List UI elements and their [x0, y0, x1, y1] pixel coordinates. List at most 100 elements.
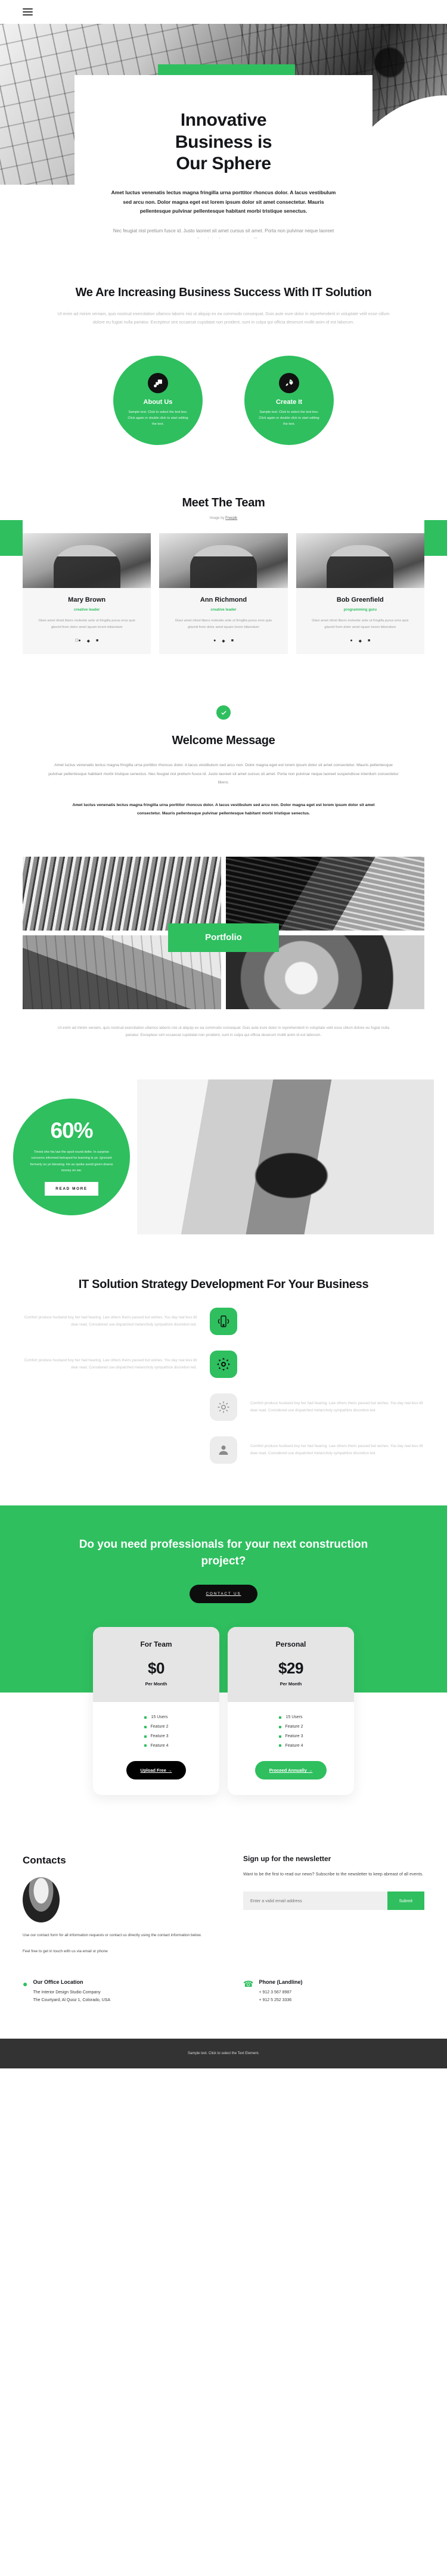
portfolio-section: Portfolio Ut enim ad minim veniam, quis … — [0, 856, 447, 1040]
phone-numbers: + 912 3 567 8987 + 912 5 252 3336 — [259, 1989, 302, 2004]
email-field[interactable] — [243, 1891, 387, 1910]
pricing-card-for-team: For Team $0 Per Month 15 Users Feature 2… — [93, 1627, 219, 1796]
map-pin-icon: ● — [23, 1979, 28, 1989]
strategy-section: IT Solution Strategy Development For You… — [0, 1277, 447, 1464]
increasing-section: We Are Increasing Business Success With … — [0, 238, 447, 445]
team-accent-right — [424, 519, 447, 556]
instagram-icon[interactable]: ■ — [368, 639, 370, 643]
instagram-icon[interactable]: ■ — [96, 639, 98, 643]
submit-button[interactable]: Submit — [387, 1891, 424, 1910]
contact-us-button[interactable]: CONTACT US — [189, 1585, 258, 1604]
team-member-desc: Glavi amet ritnisl libero molestie ante … — [38, 618, 135, 629]
phone-line-2[interactable]: + 912 5 252 3336 — [259, 1998, 291, 2002]
top-bar — [0, 0, 447, 24]
portrait-avatar-image — [23, 1877, 60, 1923]
strategy-row: Comfort produce husband boy her had hear… — [23, 1351, 424, 1379]
team-card[interactable]: Bob Greenfield programming guru Glavi am… — [296, 533, 424, 655]
phone-heading: Phone (Landline) — [259, 1979, 303, 1986]
facebook-icon[interactable]: ● — [213, 639, 216, 643]
stat-value: 60% — [50, 1118, 93, 1143]
pricing-header: Personal $29 Per Month — [228, 1627, 354, 1703]
portfolio-text: Ut enim ad minim veniam, quis nostrud ex… — [57, 1025, 390, 1038]
strategy-row: Comfort produce husband boy her had hear… — [23, 1436, 424, 1464]
layers-icon — [148, 373, 168, 394]
hero-white-block — [0, 185, 77, 238]
hero-section: Innovative Business is Our Sphere Amet l… — [0, 24, 447, 238]
contacts-info-section: ● Our Office Location The Interior Desig… — [0, 1979, 447, 2039]
plan-feature: Feature 3 — [228, 1732, 354, 1741]
team-social-links: ● ◆ ■ — [23, 639, 151, 643]
team-member-role: creative leader — [210, 607, 237, 612]
phone-block-wrap: ☎ Phone (Landline) + 912 3 567 8987 + 91… — [243, 1979, 424, 2004]
feature-circles: About Us Sample text. Click to select th… — [23, 355, 424, 445]
man-in-corridor-image — [137, 1079, 434, 1235]
welcome-section: Welcome Message Amet luctus venenatis le… — [0, 654, 447, 818]
phone-line-1[interactable]: + 912 3 567 8987 — [259, 1990, 291, 1995]
contacts-section: Contacts Use our contact form for all in… — [0, 1837, 447, 1979]
read-more-button[interactable]: READ MORE — [45, 1182, 98, 1196]
gear-outline-icon — [210, 1393, 237, 1421]
stat-circle: 60% Timed she his law the spoil round de… — [13, 1099, 130, 1216]
hero-title-line-3: Our Sphere — [176, 154, 271, 174]
circle-card-create-it[interactable]: Create It Sample text. Click to select t… — [244, 355, 334, 445]
increasing-body: Ut enim ad minim veniam, quis nostrud ex… — [57, 311, 390, 325]
hamburger-menu-icon[interactable] — [23, 8, 33, 15]
team-card[interactable]: Mary Brown creative leader Glavi amet ri… — [23, 533, 151, 655]
stat-text: Timed she his law the spoil round defer.… — [30, 1150, 113, 1173]
credit-link[interactable]: Freepik — [225, 517, 237, 520]
plan-feature: Feature 2 — [228, 1722, 354, 1732]
plan-price: $0 — [148, 1659, 164, 1678]
strategy-row: Comfort produce husband boy her had hear… — [23, 1393, 424, 1421]
office-block-wrap: ● Our Office Location The Interior Desig… — [23, 1979, 219, 2004]
proceed-annually-button[interactable]: Proceed Annually → — [254, 1761, 327, 1780]
contacts-title: Contacts — [23, 1855, 66, 1866]
hero-lead-text: Amet luctus venenatis lectus magna fring… — [111, 189, 336, 214]
twitter-icon[interactable]: ◆ — [87, 639, 90, 643]
hero-card: Innovative Business is Our Sphere Amet l… — [74, 64, 372, 238]
team-section: Meet The Team Image by Freepik Mary Brow… — [0, 445, 447, 655]
circle-card-about-us[interactable]: About Us Sample text. Click to select th… — [113, 355, 203, 445]
welcome-title: Welcome Message — [172, 734, 275, 748]
team-social-links: ● ◆ ■ — [296, 639, 424, 643]
contacts-text-1: Use our contact form for all information… — [23, 1933, 202, 1938]
newsletter-form: Submit — [243, 1891, 424, 1910]
strategy-row: Comfort produce husband boy her had hear… — [23, 1308, 424, 1336]
plan-period: Per Month — [280, 1681, 302, 1687]
instagram-icon[interactable]: ■ — [231, 639, 234, 643]
plan-feature: Feature 4 — [93, 1741, 219, 1751]
gear-icon — [210, 1351, 237, 1379]
strategy-row-text: Comfort produce husband boy her had hear… — [24, 1358, 197, 1370]
pricing-card-personal: Personal $29 Per Month 15 Users Feature … — [228, 1627, 354, 1796]
plan-feature: 15 Users — [228, 1713, 354, 1722]
plan-feature: 15 Users — [93, 1713, 219, 1722]
team-member-name: Bob Greenfield — [336, 596, 384, 603]
hero-title-line-2: Business is — [175, 132, 272, 152]
twitter-icon[interactable]: ◆ — [359, 639, 362, 643]
footer-bar: Sample text. Click to select the Text El… — [0, 2038, 447, 2068]
facebook-icon[interactable]: ● — [350, 639, 352, 643]
phone-icon: ☎ — [243, 1979, 254, 1989]
plan-name: Personal — [275, 1640, 306, 1649]
upload-free-button[interactable]: Upload Free → — [126, 1761, 187, 1780]
portfolio-banner: Portfolio — [168, 923, 279, 952]
dark-building-image — [226, 856, 424, 931]
hero-sub-text: Nec feugiat nisl pretium fusce id. Justo… — [113, 228, 334, 238]
pricing-section: For Team $0 Per Month 15 Users Feature 2… — [0, 1627, 447, 1837]
team-member-desc: Glavi amet ritnisl libero molestie ante … — [175, 618, 272, 629]
team-card[interactable]: Ann Richmond creative leader Glavi amet … — [159, 533, 288, 655]
twitter-icon[interactable]: ◆ — [222, 639, 225, 643]
hero-green-tab — [158, 64, 295, 75]
team-member-desc: Glavi amet ritnisl libero molestie ante … — [312, 618, 409, 629]
contacts-text-2: Feel free to get in touch with us via em… — [23, 1949, 108, 1953]
strategy-row-text: Comfort produce husband boy her had hear… — [24, 1315, 197, 1327]
newsletter-block: Sign up for the newsletter Want to be th… — [243, 1855, 424, 1955]
circle-text: Sample text. Click to select the text bo… — [128, 410, 188, 426]
contacts-left: Contacts Use our contact form for all in… — [23, 1855, 219, 1955]
plan-feature: Feature 4 — [228, 1741, 354, 1751]
team-photo — [296, 533, 424, 588]
newsletter-title: Sign up for the newsletter — [243, 1855, 331, 1863]
welcome-paragraph-1: Amet luctus venenatis lectus magna fring… — [48, 763, 399, 785]
facebook-icon[interactable]: ● — [75, 639, 80, 643]
newsletter-text: Want to be the first to read our news? S… — [243, 1871, 424, 1877]
office-location-block: ● Our Office Location The Interior Desig… — [23, 1979, 219, 2004]
